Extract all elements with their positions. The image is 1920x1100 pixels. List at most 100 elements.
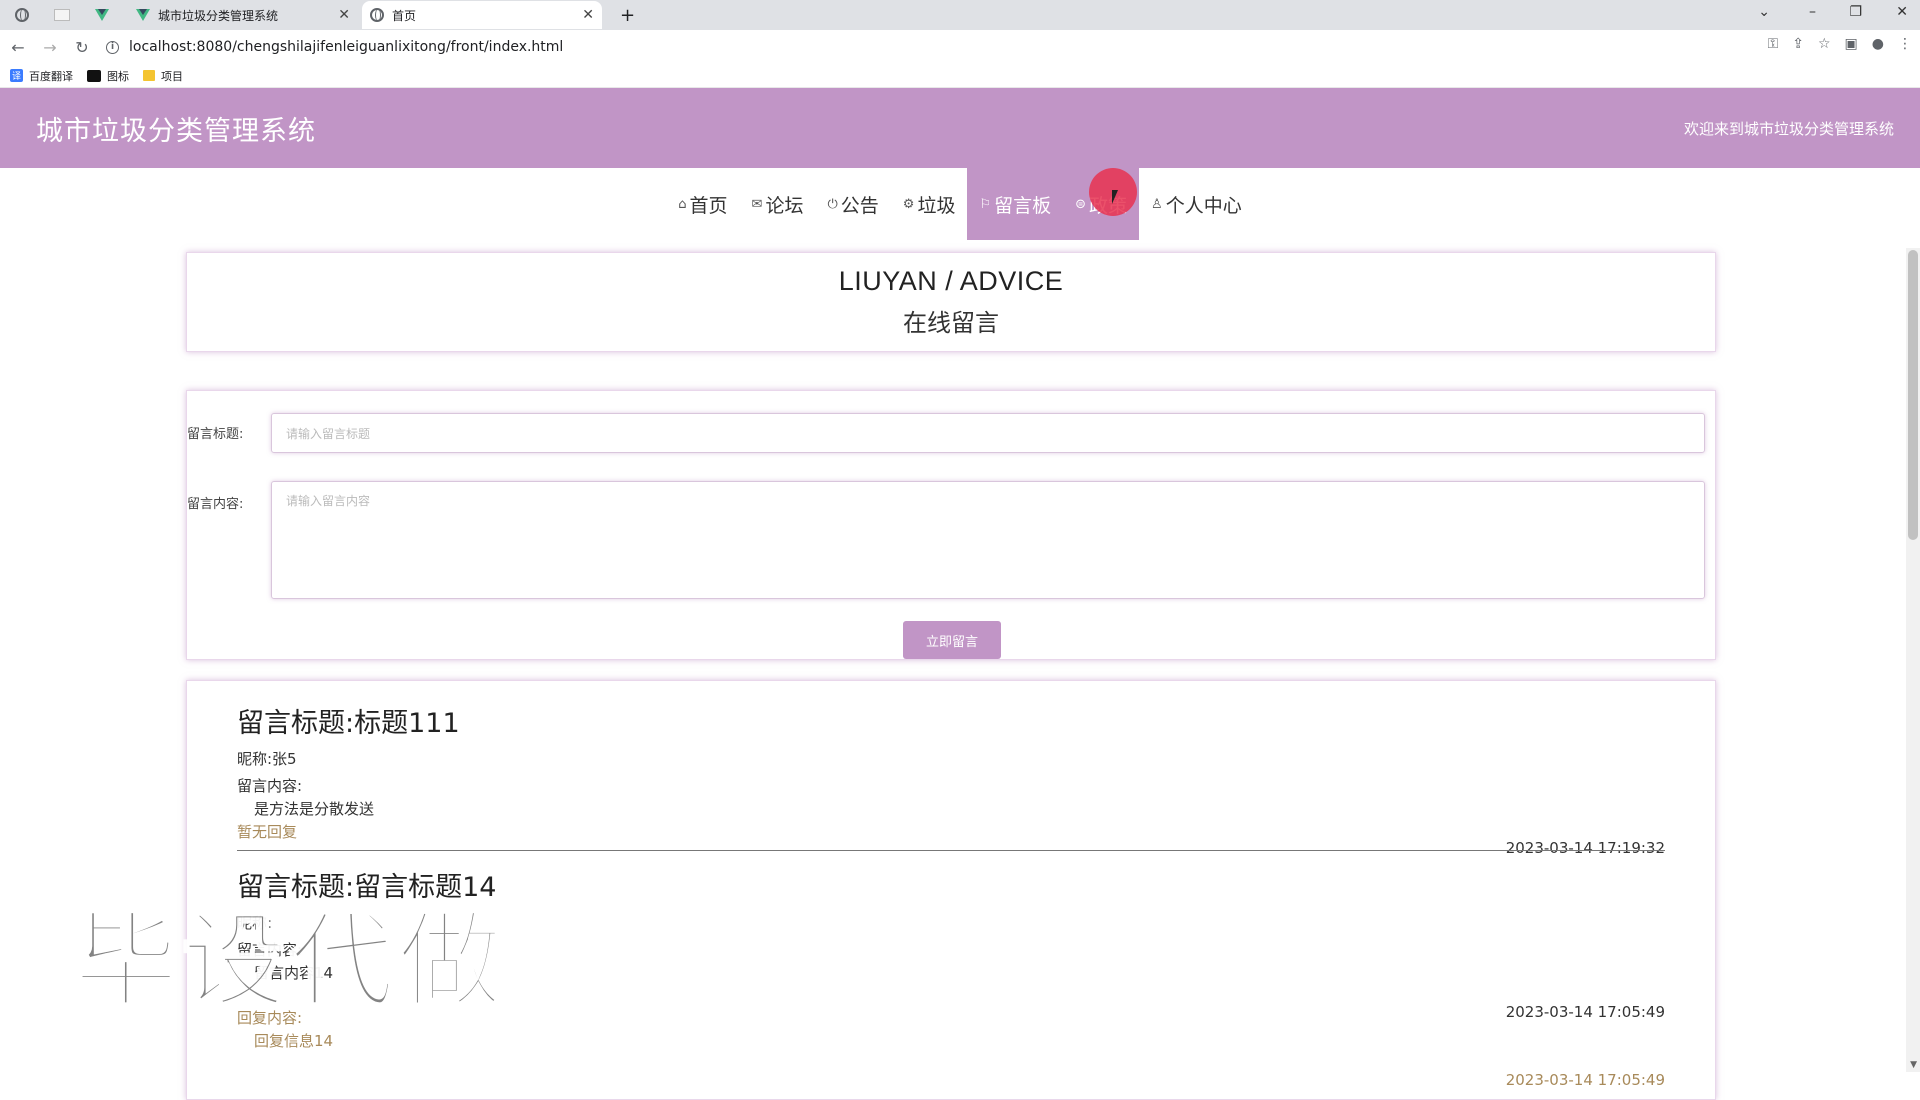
globe-icon — [370, 8, 384, 22]
message-title: 留言标题:标题111 — [237, 708, 460, 739]
reload-icon[interactable]: ↻ — [72, 38, 92, 57]
main-nav: ⌂ 首页 ✉ 论坛 ⏻ 公告 ⚙ 垃圾 ⚐ 留言板 ⊜ 政策 ♙ 个人中心 — [0, 168, 1920, 240]
vue-icon — [95, 9, 109, 21]
nav-label: 公告 — [840, 194, 879, 217]
forward-icon[interactable]: → — [40, 38, 60, 57]
flag-icon: ⚐ — [979, 196, 992, 212]
gear-icon: ⚙ — [902, 196, 915, 212]
page-title-cn: 在线留言 — [903, 309, 999, 337]
tab-title: 城市垃圾分类管理系统 — [158, 8, 279, 23]
nav-item-forum[interactable]: ✉ 论坛 — [740, 168, 816, 240]
welcome-text: 欢迎来到城市垃圾分类管理系统 — [1683, 119, 1894, 138]
message-divider — [237, 850, 1665, 851]
submit-message-button[interactable]: 立即留言 — [903, 621, 1001, 659]
message-form: 留言标题: 请输入留言标题 留言内容: 请输入留言内容 立即留言 — [186, 390, 1716, 660]
main-content: LIUYAN / ADVICE 在线留言 留言标题: 请输入留言标题 留言内容:… — [186, 252, 1716, 1100]
menu-icon[interactable]: ⋮ — [1898, 36, 1912, 52]
message-time: 2023-03-14 17:19:32 — [1505, 839, 1665, 857]
message-reply-status: 暂无回复 — [237, 823, 298, 841]
globe-icon — [15, 8, 29, 22]
profile-icon[interactable]: ● — [1872, 36, 1884, 52]
tab-search-icon[interactable]: ⌄ — [1758, 4, 1770, 20]
scrollbar-thumb[interactable] — [1908, 250, 1918, 540]
nav-label: 政策 — [1089, 194, 1128, 217]
message-title: 留言标题:留言标题14 — [237, 872, 497, 903]
bookmark-label: 百度翻译 — [29, 69, 73, 83]
reply-time: 2023-03-14 17:05:49 — [1505, 1071, 1665, 1089]
nav-item-garbage[interactable]: ⚙ 垃圾 — [891, 168, 968, 240]
close-icon[interactable]: ✕ — [338, 7, 350, 23]
bookmark-label: 图标 — [107, 69, 129, 83]
window-close-icon[interactable]: ✕ — [1896, 4, 1908, 20]
nav-label: 留言板 — [994, 194, 1052, 217]
power-icon: ⏻ — [827, 196, 838, 212]
browser-tab[interactable]: 城市垃圾分类管理系统 ✕ — [128, 1, 358, 29]
pinned-tab[interactable] — [92, 5, 112, 25]
nav-label: 个人中心 — [1165, 194, 1242, 217]
image-icon — [87, 69, 101, 82]
back-icon[interactable]: ← — [8, 38, 28, 57]
page-title-en: LIUYAN / ADVICE — [838, 266, 1064, 296]
folder-icon — [143, 70, 155, 81]
message-content: 是方法是分散发送 — [254, 800, 375, 818]
restore-icon[interactable]: ❐ — [1849, 4, 1862, 20]
nav-item-personal-center[interactable]: ♙ 个人中心 — [1139, 168, 1254, 240]
user-icon: ♙ — [1151, 196, 1163, 212]
nav-label: 垃圾 — [917, 194, 956, 217]
mouse-cursor-icon — [1112, 190, 1118, 204]
message-item: 留言标题:标题111 昵称:张5 留言内容: 是方法是分散发送 暂无回复 202… — [237, 701, 1665, 857]
star-icon[interactable]: ☆ — [1818, 36, 1831, 52]
title-input-placeholder: 请输入留言标题 — [286, 426, 371, 441]
site-header: 城市垃圾分类管理系统 欢迎来到城市垃圾分类管理系统 — [0, 88, 1920, 168]
message-nickname: 昵称: — [237, 914, 273, 932]
message-content: 留言内容14 — [254, 964, 334, 982]
title-input[interactable]: 请输入留言标题 — [271, 413, 1705, 453]
plus-icon: + — [620, 4, 636, 26]
translate-icon: 译 — [10, 69, 23, 82]
browser-toolbar-icons: ⚿ ⇪ ☆ ▣ ● ⋮ — [1768, 36, 1912, 52]
bookmark-item[interactable]: 图标 — [87, 68, 129, 84]
info-icon[interactable]: i — [106, 40, 119, 54]
reply-content: 回复信息14 — [254, 1032, 334, 1050]
nav-item-messageboard[interactable]: ⚐ 留言板 — [967, 168, 1064, 240]
url-text: localhost:8080/chengshilajifenleiguanlix… — [129, 39, 564, 55]
mail-icon: ✉ — [751, 196, 763, 212]
address-bar: ← → ↻ i localhost:8080/chengshilajifenle… — [0, 30, 1920, 64]
url-field[interactable]: i localhost:8080/chengshilajifenleiguanl… — [106, 34, 1800, 60]
nav-item-policy[interactable]: ⊜ 政策 — [1063, 168, 1140, 240]
message-nickname: 昵称:张5 — [237, 750, 297, 768]
close-icon[interactable]: ✕ — [582, 7, 594, 23]
page-title-card: LIUYAN / ADVICE 在线留言 — [186, 252, 1716, 352]
nav-label: 首页 — [689, 194, 728, 217]
nav-label: 论坛 — [765, 194, 804, 217]
bookmark-item[interactable]: 译 百度翻译 — [10, 68, 73, 84]
message-item: 留言标题:留言标题14 昵称: 留言内容: 留言内容14 2023-03-14 … — [237, 865, 1665, 1089]
pinned-tab[interactable] — [12, 5, 32, 25]
message-list: 留言标题:标题111 昵称:张5 留言内容: 是方法是分散发送 暂无回复 202… — [186, 680, 1716, 1100]
bookmarks-bar: 译 百度翻译 图标 项目 — [0, 64, 1920, 88]
submit-label: 立即留言 — [925, 634, 978, 650]
browser-tab-active[interactable]: 首页 ✕ — [362, 1, 602, 29]
content-textarea[interactable]: 请输入留言内容 — [271, 481, 1705, 599]
content-field-label: 留言内容: — [187, 497, 244, 512]
pinned-tab[interactable] — [52, 5, 72, 25]
home-icon: ⌂ — [678, 196, 687, 212]
key-icon[interactable]: ⚿ — [1768, 36, 1779, 52]
nav-item-notice[interactable]: ⏻ 公告 — [815, 168, 890, 240]
sidepanel-icon[interactable]: ▣ — [1845, 36, 1858, 52]
reply-content-label: 回复内容: — [237, 1009, 303, 1027]
message-time: 2023-03-14 17:05:49 — [1505, 1003, 1665, 1021]
minimize-icon[interactable]: – — [1809, 4, 1816, 20]
new-tab-button[interactable]: + — [612, 1, 642, 29]
tab-title: 首页 — [392, 8, 417, 23]
browser-tab-bar: 城市垃圾分类管理系统 ✕ 首页 ✕ + ⌄ – ❐ ✕ — [0, 0, 1920, 30]
site-title: 城市垃圾分类管理系统 — [36, 115, 316, 147]
share-icon[interactable]: ⇪ — [1792, 36, 1804, 52]
message-content-label: 留言内容: — [237, 941, 303, 959]
bookmark-label: 项目 — [161, 69, 183, 83]
scroll-down-icon[interactable]: ▼ — [1910, 1060, 1917, 1070]
title-field-label: 留言标题: — [187, 427, 244, 442]
bookmark-item[interactable]: 项目 — [143, 68, 183, 84]
nav-item-home[interactable]: ⌂ 首页 — [666, 168, 739, 240]
policy-icon: ⊜ — [1075, 196, 1087, 212]
